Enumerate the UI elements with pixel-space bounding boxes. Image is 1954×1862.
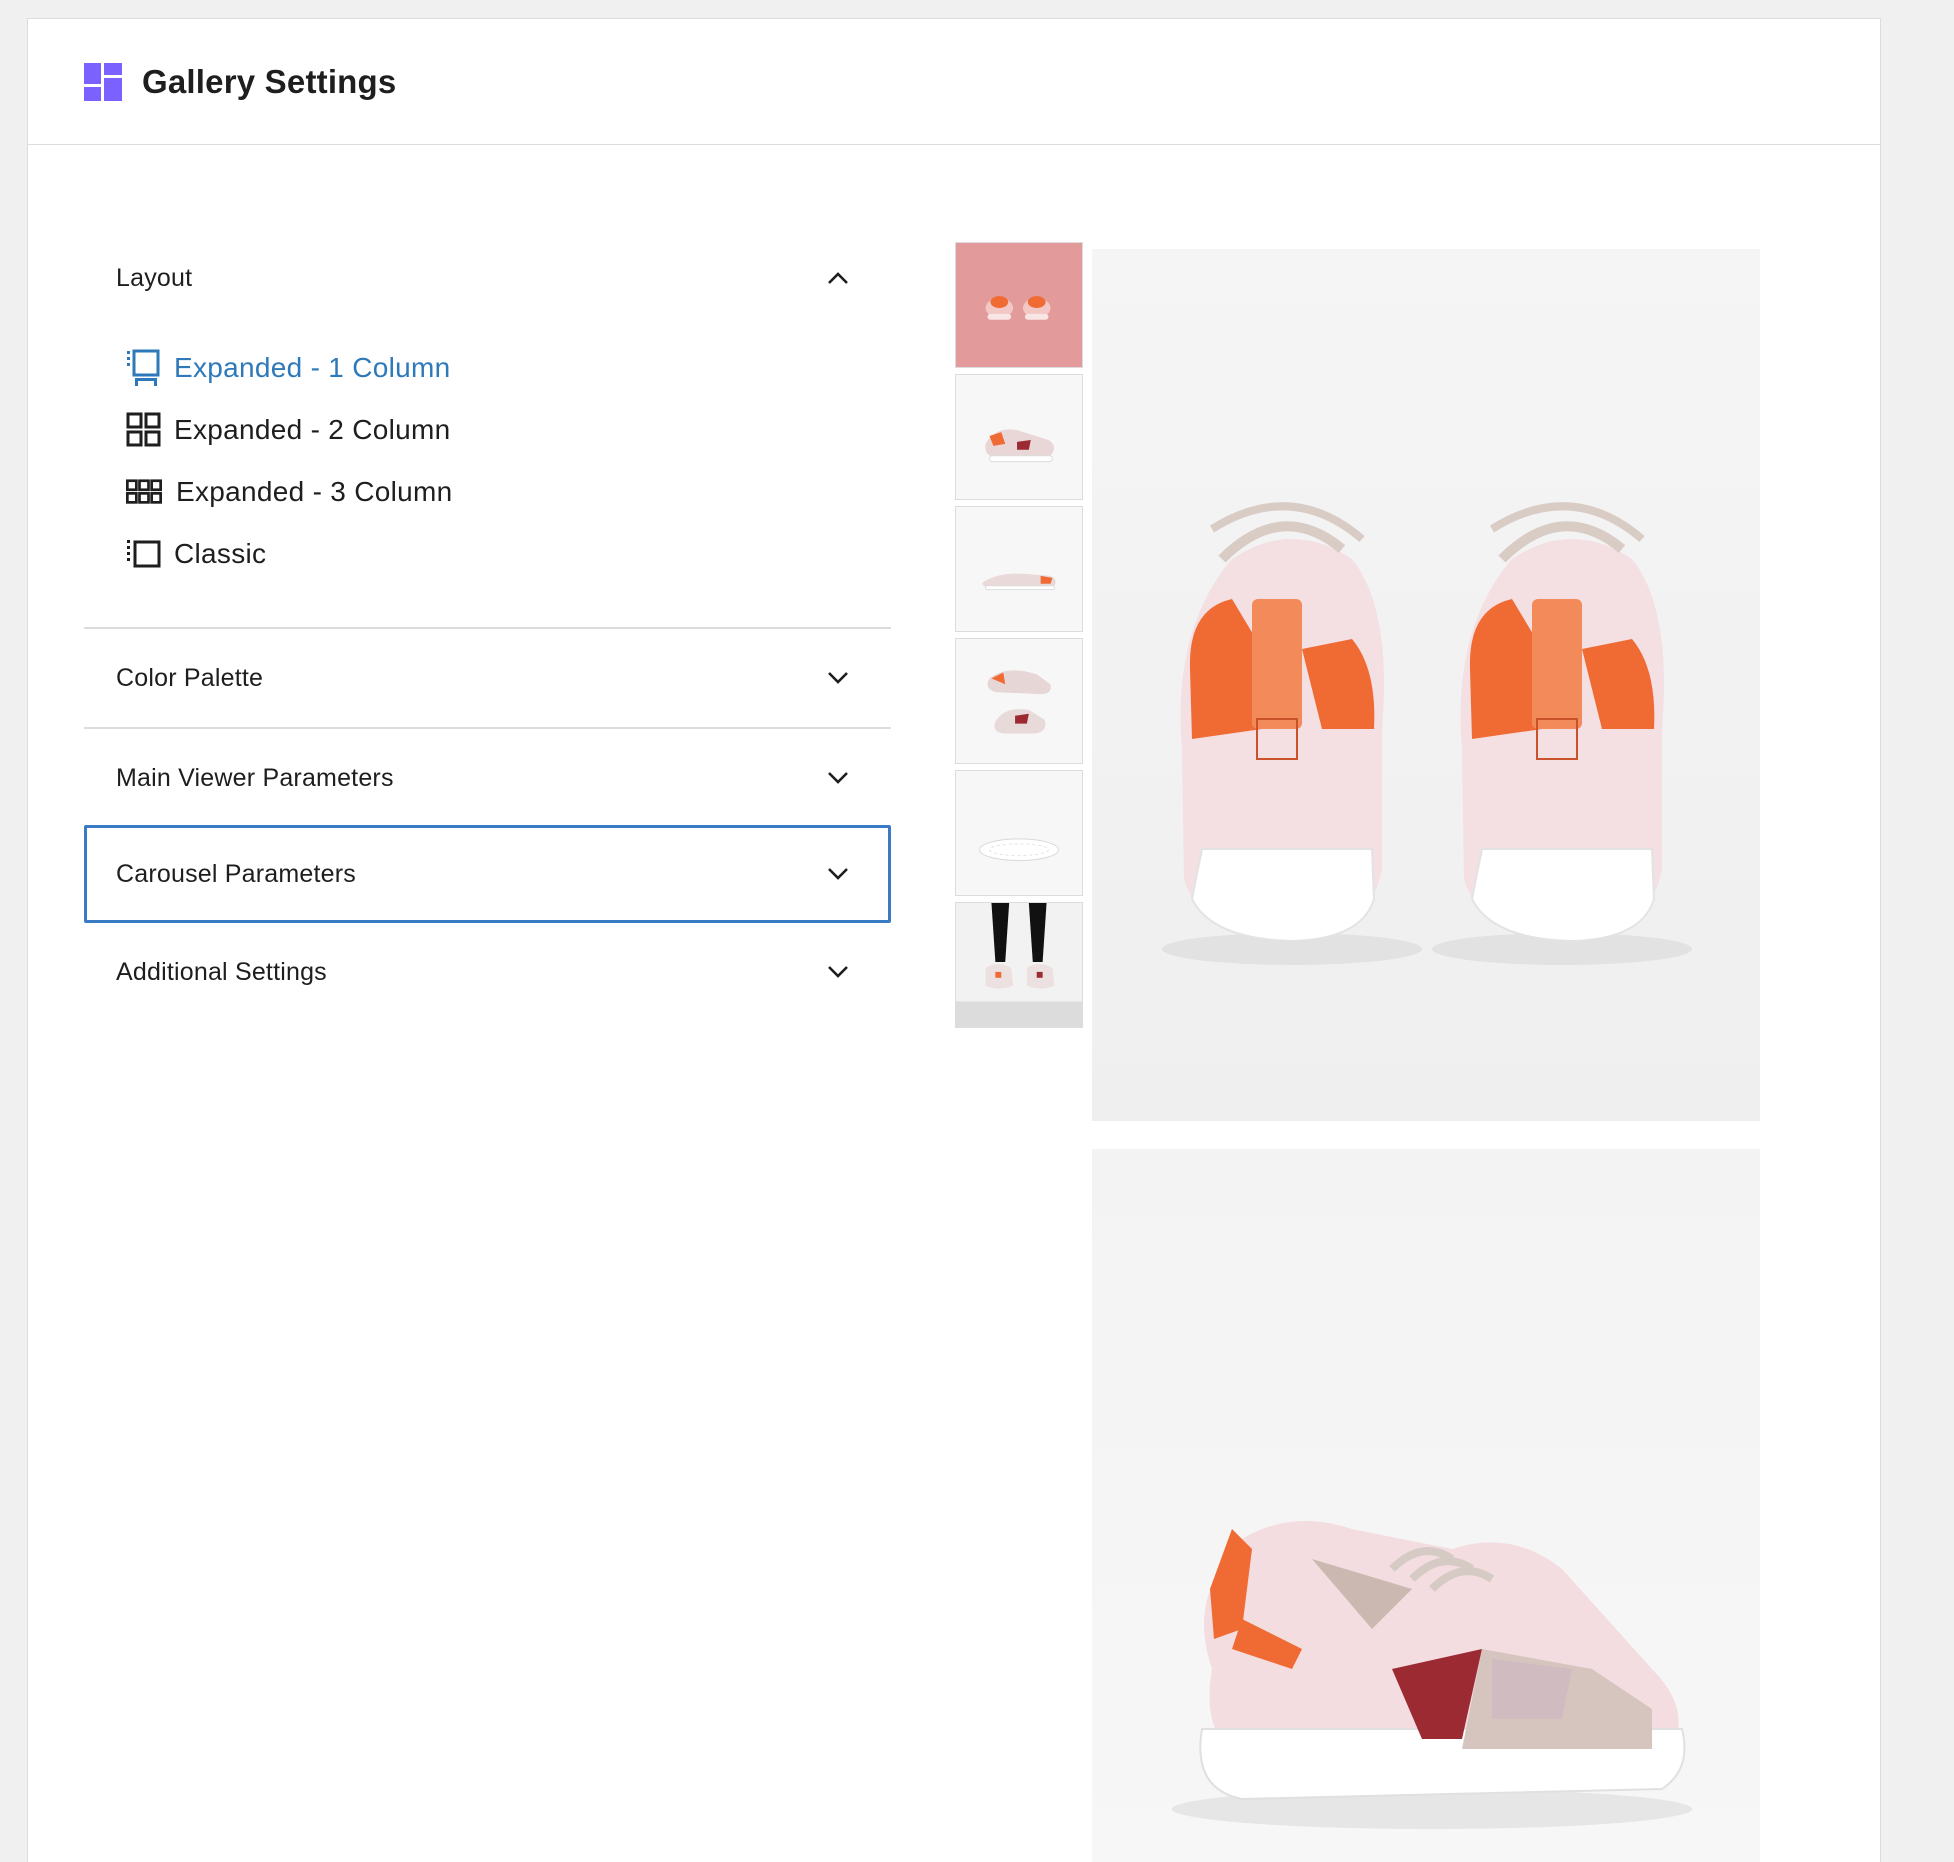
- carousel-section-toggle[interactable]: Carousel Parameters: [87, 828, 888, 920]
- settings-accordion: Layout Expanded - 1 Column Expanded - 2 …: [84, 229, 891, 1021]
- main-viewer-section: Main Viewer Parameters: [84, 729, 891, 827]
- additional-settings-section-label: Additional Settings: [116, 957, 327, 986]
- color-palette-section-label: Color Palette: [116, 663, 264, 692]
- layout-options: Expanded - 1 Column Expanded - 2 Column: [84, 327, 891, 627]
- additional-settings-section: Additional Settings: [84, 923, 891, 1021]
- chevron-down-icon: [828, 772, 848, 784]
- layout-option-label: Classic: [174, 538, 267, 569]
- main-viewer-section-label: Main Viewer Parameters: [116, 763, 394, 792]
- layout-option-expanded-1-column[interactable]: Expanded - 1 Column: [126, 337, 891, 399]
- layout-section-toggle[interactable]: Layout: [84, 229, 891, 327]
- main-gallery-image[interactable]: [1092, 249, 1760, 1121]
- gallery-grid-icon: [84, 62, 122, 101]
- thumbnail-strip: [955, 242, 1083, 1034]
- chevron-down-icon: [828, 966, 848, 978]
- page-title: Gallery Settings: [142, 62, 397, 100]
- panel-header: Gallery Settings: [28, 19, 1880, 145]
- expanded-1-column-icon: [126, 348, 162, 388]
- expanded-3-column-icon: [126, 472, 162, 512]
- gallery-thumbnail[interactable]: [955, 770, 1083, 896]
- color-palette-section-toggle[interactable]: Color Palette: [84, 629, 891, 727]
- carousel-section: Carousel Parameters: [84, 825, 891, 923]
- gallery-thumbnail[interactable]: [955, 902, 1083, 1028]
- layout-option-expanded-3-column[interactable]: Expanded - 3 Column: [126, 461, 891, 523]
- carousel-section-label: Carousel Parameters: [116, 859, 357, 888]
- gallery-settings-panel: Gallery Settings Layout Expanded - 1 Col…: [27, 18, 1881, 1862]
- layout-option-label: Expanded - 3 Column: [176, 476, 453, 507]
- color-palette-section: Color Palette: [84, 629, 891, 729]
- layout-section: Layout Expanded - 1 Column Expanded - 2 …: [84, 229, 891, 629]
- main-gallery-image[interactable]: [1092, 1149, 1760, 1862]
- chevron-down-icon: [828, 672, 848, 684]
- gallery-thumbnail[interactable]: [955, 374, 1083, 500]
- layout-option-expanded-2-column[interactable]: Expanded - 2 Column: [126, 399, 891, 461]
- chevron-up-icon: [828, 272, 848, 284]
- layout-section-label: Layout: [116, 263, 193, 292]
- chevron-down-icon: [828, 868, 848, 880]
- classic-layout-icon: [126, 534, 162, 574]
- gallery-thumbnail[interactable]: [955, 638, 1083, 764]
- layout-option-classic[interactable]: Classic: [126, 523, 891, 585]
- gallery-thumbnail[interactable]: [955, 506, 1083, 632]
- gallery-thumbnail[interactable]: [955, 242, 1083, 368]
- layout-option-label: Expanded - 1 Column: [174, 352, 451, 383]
- expanded-2-column-icon: [126, 410, 162, 450]
- layout-option-label: Expanded - 2 Column: [174, 414, 451, 445]
- main-viewer-section-toggle[interactable]: Main Viewer Parameters: [84, 729, 891, 827]
- additional-settings-section-toggle[interactable]: Additional Settings: [84, 923, 891, 1021]
